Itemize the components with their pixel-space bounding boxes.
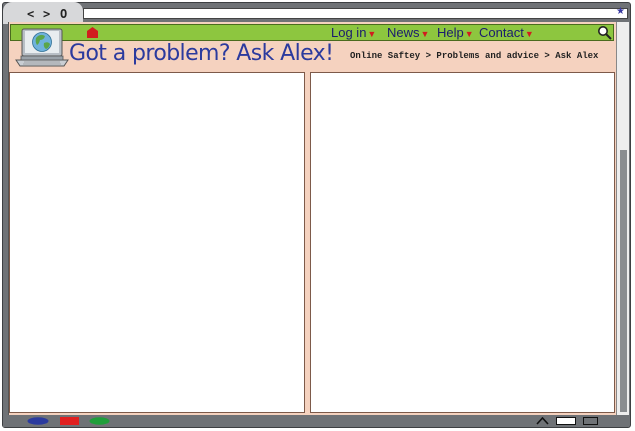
menu-login-label: Log in [331, 25, 367, 40]
menu-news[interactable]: News▼ [387, 25, 429, 40]
laptop-globe-icon [15, 28, 69, 67]
window-icon[interactable] [556, 417, 576, 425]
minimize-window-icon[interactable] [583, 417, 598, 425]
menu-news-label: News [387, 25, 420, 40]
menu-contact-label: Contact [479, 25, 524, 40]
scrollbar[interactable] [616, 22, 629, 415]
home-icon[interactable] [87, 27, 98, 38]
dropdown-arrow-icon: ▼ [420, 29, 430, 39]
taskbar-red-button[interactable] [60, 417, 79, 425]
menu-contact[interactable]: Contact▼ [479, 25, 534, 40]
search-icon[interactable] [597, 25, 612, 40]
breadcrumb[interactable]: Online Saftey > Problems and advice > As… [350, 51, 598, 61]
dropdown-arrow-icon: ▼ [464, 29, 474, 39]
dropdown-arrow-icon: ▼ [524, 29, 534, 39]
back-button[interactable]: < [27, 8, 34, 21]
page-title: Got a problem? Ask Alex! [69, 41, 334, 66]
menu-help-label: Help [437, 25, 464, 40]
reload-button[interactable]: O [60, 8, 67, 21]
menu-help[interactable]: Help▼ [437, 25, 474, 40]
taskbar-blue-button[interactable] [27, 417, 49, 425]
taskbar [3, 415, 629, 427]
forward-button[interactable]: > [43, 8, 50, 21]
site-nav-bar: Log in▼ News▼ Help▼ Contact▼ [10, 24, 614, 41]
menu-login[interactable]: Log in▼ [331, 25, 376, 40]
scroll-thumb[interactable] [620, 150, 627, 412]
right-panel [310, 72, 615, 413]
taskbar-green-button[interactable] [89, 417, 110, 425]
caret-up-icon[interactable] [536, 417, 549, 425]
dropdown-arrow-icon: ▼ [367, 29, 377, 39]
address-bar[interactable]: ★ [83, 6, 628, 19]
left-panel [9, 72, 305, 413]
bookmark-star-icon[interactable]: ★ [616, 6, 625, 17]
browser-tab[interactable]: < > O [3, 2, 83, 24]
